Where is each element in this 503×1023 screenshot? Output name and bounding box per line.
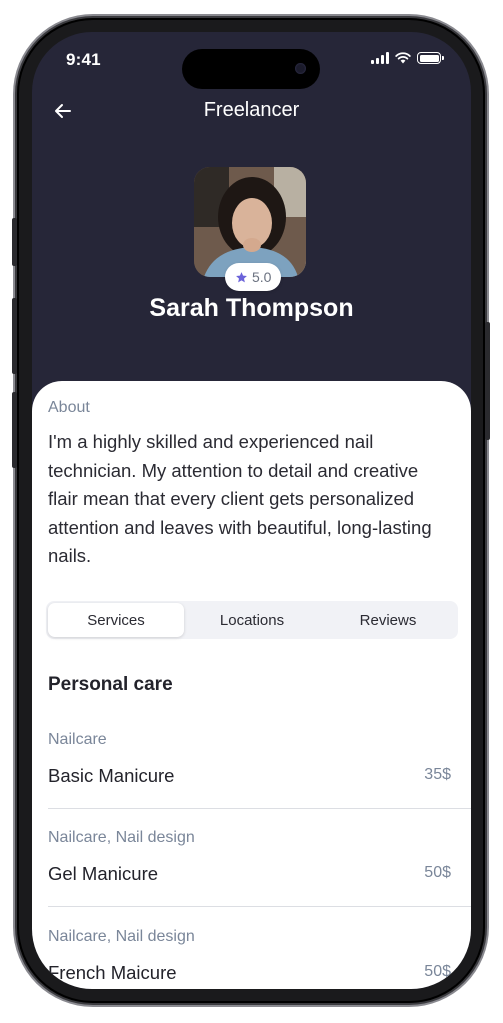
section-title: Personal care <box>48 674 173 695</box>
service-price: 50$ <box>424 963 451 980</box>
star-icon <box>236 271 247 282</box>
about-text: I'm a highly skilled and experienced nai… <box>48 431 432 566</box>
divider <box>48 808 471 809</box>
rating-badge: 5.0 <box>225 263 282 291</box>
service-price: 35$ <box>424 766 451 783</box>
status-time: 9:41 <box>66 50 101 69</box>
service-price: 50$ <box>424 864 451 881</box>
service-name: Gel Manicure <box>48 863 159 884</box>
silent-switch <box>12 218 17 266</box>
app-screen: 9:41 Freelancer 5.0 Sarah Thompson About… <box>32 32 471 989</box>
service-item[interactable]: Nailcare Basic Manicure 35$ <box>48 731 471 830</box>
service-category: Nailcare, Nail design <box>48 928 195 945</box>
tab-services[interactable]: Services <box>48 603 184 637</box>
divider <box>48 906 471 907</box>
service-name: Basic Manicure <box>48 765 175 786</box>
top-nav: Freelancer <box>32 96 471 126</box>
service-item[interactable]: Nailcare, Nail design French Maicure 50$ <box>48 928 471 989</box>
service-item[interactable]: Nailcare, Nail design Gel Manicure 50$ <box>48 829 471 928</box>
signal-icon <box>371 52 389 64</box>
profile-sheet: About I'm a highly skilled and experienc… <box>32 381 471 989</box>
volume-up-button <box>12 298 17 374</box>
status-bar: 9:41 <box>32 32 471 92</box>
tab-locations[interactable]: Locations <box>184 603 320 637</box>
camera-icon <box>295 63 306 74</box>
tab-bar: Services Locations Reviews <box>46 601 458 639</box>
avatar <box>194 167 306 277</box>
profile-photo <box>194 167 306 277</box>
tab-reviews[interactable]: Reviews <box>320 603 456 637</box>
power-button <box>485 322 490 440</box>
battery-icon <box>417 52 444 64</box>
service-category: Nailcare <box>48 731 107 748</box>
page-title: Freelancer <box>203 99 300 121</box>
service-category: Nailcare, Nail design <box>48 829 195 846</box>
status-icons <box>371 52 444 64</box>
volume-down-button <box>12 392 17 468</box>
wifi-icon <box>395 52 411 64</box>
about-label: About <box>48 399 90 416</box>
dynamic-island <box>182 49 320 89</box>
rating-value: 5.0 <box>252 269 272 285</box>
service-name: French Maicure <box>48 962 177 983</box>
profile-name: Sarah Thompson <box>149 294 354 322</box>
